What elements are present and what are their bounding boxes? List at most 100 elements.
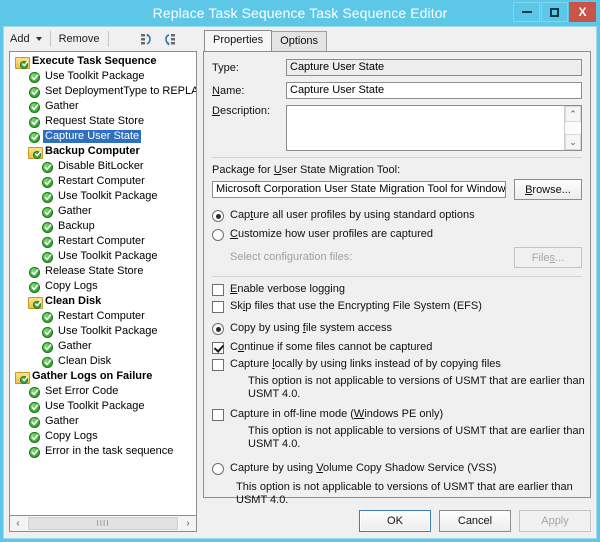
move-up-icon[interactable] — [139, 30, 157, 48]
capture-standard-option[interactable]: Capture all user profiles by using stand… — [212, 209, 582, 222]
scrollbar-thumb[interactable]: IIII — [28, 517, 178, 530]
tree-item[interactable]: Copy Logs — [10, 279, 196, 294]
scroll-down-arrow-icon[interactable]: ⌄ — [565, 134, 581, 150]
tree-item[interactable]: Gather — [10, 99, 196, 114]
tree-item[interactable]: Use Toolkit Package — [10, 324, 196, 339]
tree-item[interactable]: Restart Computer — [10, 309, 196, 324]
tree-item-label: Clean Disk — [56, 355, 113, 368]
scrollbar-track[interactable]: IIII — [26, 516, 180, 531]
tree-item[interactable]: Backup Computer — [10, 144, 196, 159]
continue-checkbox[interactable] — [212, 342, 224, 354]
chevron-down-icon — [36, 37, 42, 41]
tree-item-label: Copy Logs — [43, 280, 100, 293]
tree-item[interactable]: Request State Store — [10, 114, 196, 129]
offline-checkbox[interactable] — [212, 409, 224, 421]
tree-item[interactable]: Execute Task Sequence — [10, 54, 196, 69]
tree-item-label: Use Toolkit Package — [43, 400, 146, 413]
tree-item[interactable]: Clean Disk — [10, 294, 196, 309]
package-row: Microsoft Corporation User State Migrati… — [212, 179, 582, 200]
tree-item[interactable]: Use Toolkit Package — [10, 189, 196, 204]
capture-standard-label: Capture all user profiles by using stand… — [230, 209, 475, 222]
tab-properties[interactable]: Properties — [204, 30, 272, 51]
description-field[interactable]: ⌃ ⌄ — [286, 105, 582, 151]
tree-item[interactable]: Gather — [10, 339, 196, 354]
description-input[interactable] — [287, 106, 564, 150]
maximize-button[interactable] — [541, 2, 568, 22]
tree-item[interactable]: Set Error Code — [10, 384, 196, 399]
vss-hint: This option is not applicable to version… — [236, 481, 582, 507]
browse-button[interactable]: Browse... — [514, 179, 582, 200]
cancel-button[interactable]: Cancel — [439, 510, 511, 532]
check-circle-icon — [40, 250, 56, 264]
tree-item[interactable]: Disable BitLocker — [10, 159, 196, 174]
check-circle-icon — [40, 355, 56, 369]
name-input[interactable]: Capture User State — [286, 82, 582, 99]
customize-option[interactable]: Customize how user profiles are captured — [212, 228, 582, 241]
ok-button[interactable]: OK — [359, 510, 431, 532]
tree-item[interactable]: Copy Logs — [10, 429, 196, 444]
window-title: Replace Task Sequence Task Sequence Edit… — [0, 0, 600, 26]
tree-item-label: Error in the task sequence — [43, 445, 175, 458]
capture-locally-option[interactable]: Capture locally by using links instead o… — [212, 358, 582, 371]
tree-item[interactable]: Use Toolkit Package — [10, 69, 196, 84]
tree-item-label: Set DeploymentType to REPLACE — [43, 85, 197, 98]
copy-fs-radio[interactable] — [212, 323, 224, 335]
tree-horizontal-scrollbar[interactable]: ‹ IIII › — [9, 515, 197, 532]
scroll-right-arrow-icon[interactable]: › — [180, 516, 196, 531]
remove-button-label: Remove — [59, 33, 100, 45]
tree-item-label: Use Toolkit Package — [56, 325, 159, 338]
tab-options[interactable]: Options — [271, 31, 327, 51]
dialog-client-area: Add Remove — [3, 26, 597, 539]
tree-item[interactable]: Clean Disk — [10, 354, 196, 369]
offline-label: Capture in off-line mode (Windows PE onl… — [230, 408, 443, 421]
enable-verbose-checkbox[interactable] — [212, 284, 224, 296]
customize-radio[interactable] — [212, 229, 224, 241]
capture-standard-radio[interactable] — [212, 210, 224, 222]
check-circle-icon — [40, 220, 56, 234]
minimize-button[interactable] — [513, 2, 540, 22]
capture-locally-checkbox[interactable] — [212, 359, 224, 371]
package-input[interactable]: Microsoft Corporation User State Migrati… — [212, 181, 506, 198]
offline-option[interactable]: Capture in off-line mode (Windows PE onl… — [212, 408, 582, 421]
skip-efs-label: Skip files that use the Encrypting File … — [230, 300, 482, 313]
skip-efs-checkbox[interactable] — [212, 301, 224, 313]
tree-item[interactable]: Set DeploymentType to REPLACE — [10, 84, 196, 99]
close-button[interactable]: X — [569, 2, 596, 22]
files-button[interactable]: Files... — [514, 247, 582, 268]
name-label: Name: — [212, 85, 286, 97]
tree-item[interactable]: Gather Logs on Failure — [10, 369, 196, 384]
copy-fs-option[interactable]: Copy by using file system access — [212, 322, 582, 335]
tree-item[interactable]: Error in the task sequence — [10, 444, 196, 459]
description-scrollbar[interactable]: ⌃ ⌄ — [564, 106, 581, 150]
tree-item-label: Restart Computer — [56, 175, 147, 188]
vss-option[interactable]: Capture by using Volume Copy Shadow Serv… — [212, 462, 582, 475]
check-circle-icon — [27, 280, 43, 294]
enable-verbose-option[interactable]: Enable verbose logging — [212, 283, 582, 296]
continue-option[interactable]: Continue if some files cannot be capture… — [212, 341, 582, 354]
tree-item[interactable]: Capture User State — [10, 129, 196, 144]
scroll-left-arrow-icon[interactable]: ‹ — [10, 516, 26, 531]
move-down-icon[interactable] — [161, 30, 179, 48]
minimize-icon — [522, 11, 532, 13]
task-sequence-tree[interactable]: Execute Task SequenceUse Toolkit Package… — [9, 51, 197, 516]
tree-item[interactable]: Gather — [10, 414, 196, 429]
apply-button[interactable]: Apply — [519, 510, 591, 532]
remove-button[interactable]: Remove — [53, 29, 106, 49]
toolbar-icon-group — [139, 30, 179, 48]
check-circle-icon — [27, 100, 43, 114]
divider-2 — [212, 276, 582, 277]
tree-item-label: Gather — [56, 205, 94, 218]
tree-item[interactable]: Gather — [10, 204, 196, 219]
tree-item[interactable]: Backup — [10, 219, 196, 234]
tree-item[interactable]: Release State Store — [10, 264, 196, 279]
tree-item-label: Gather — [56, 340, 94, 353]
add-button[interactable]: Add — [4, 29, 48, 49]
skip-efs-option[interactable]: Skip files that use the Encrypting File … — [212, 300, 582, 313]
copy-fs-label: Copy by using file system access — [230, 322, 392, 335]
vss-radio[interactable] — [212, 463, 224, 475]
tree-item[interactable]: Restart Computer — [10, 234, 196, 249]
tree-item[interactable]: Use Toolkit Package — [10, 399, 196, 414]
scroll-up-arrow-icon[interactable]: ⌃ — [565, 106, 581, 122]
tree-item[interactable]: Use Toolkit Package — [10, 249, 196, 264]
tree-item[interactable]: Restart Computer — [10, 174, 196, 189]
